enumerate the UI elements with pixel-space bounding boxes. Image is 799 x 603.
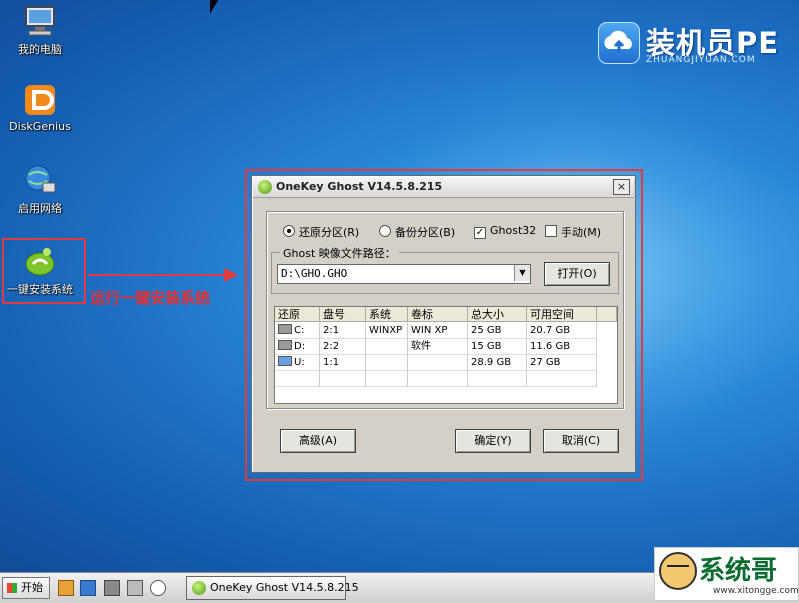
annotation-arrow	[88, 274, 226, 276]
table-row-drive[interactable]: U:	[275, 355, 320, 371]
watermark-url: www.xitongge.com	[713, 586, 799, 596]
radio-selected-icon	[283, 225, 295, 237]
radio-empty-icon	[379, 225, 391, 237]
desktop-icon-my-computer[interactable]: 我的电脑	[0, 4, 80, 57]
drive-letter: U:	[294, 357, 305, 368]
table-cell: 27 GB	[527, 355, 597, 371]
image-path-combobox[interactable]: D:\GHO.GHO ▼	[277, 264, 531, 284]
column-header[interactable]: 系统	[366, 307, 408, 322]
table-empty-cell	[320, 371, 366, 387]
onekey-app-icon	[192, 581, 206, 595]
taskbar-item-onekey-ghost[interactable]: OneKey Ghost V14.5.8.215	[186, 576, 359, 600]
open-button[interactable]: 打开(O)	[544, 262, 610, 286]
dialog-titlebar[interactable]: OneKey Ghost V14.5.8.215 ×	[253, 177, 634, 198]
desktop-icon-label: 启用网络	[18, 202, 62, 215]
ghost32-label: Ghost32	[490, 224, 537, 237]
ghost32-checkbox[interactable]: ✓ Ghost32	[474, 224, 536, 239]
windows-flag-icon	[7, 583, 17, 593]
table-cell: 15 GB	[468, 339, 527, 355]
dialog-title: OneKey Ghost V14.5.8.215	[276, 180, 443, 193]
table-row-drive[interactable]: C:	[275, 323, 320, 339]
table-cell: 25 GB	[468, 323, 527, 339]
watermark: 系统哥 www.xitongge.com	[654, 547, 799, 601]
table-empty-cell	[408, 371, 468, 387]
mascot-face-icon	[659, 552, 697, 590]
annotation-arrow-head	[224, 268, 238, 282]
table-cell: 1:1	[320, 355, 366, 371]
table-row-drive[interactable]: D:	[275, 339, 320, 355]
restore-radio[interactable]: 还原分区(R)	[283, 224, 359, 240]
desktop-icon-label: 我的电脑	[18, 43, 62, 56]
table-cell	[408, 355, 468, 371]
table-cell: 2:2	[320, 339, 366, 355]
onekey-ghost-dialog: OneKey Ghost V14.5.8.215 × 还原分区(R) 备份分区(…	[251, 175, 636, 473]
partition-table: 还原 盘号 系统 卷标 总大小 可用空间 C: 2:1 WINXP WIN XP…	[274, 306, 618, 404]
checkbox-empty-icon	[545, 225, 557, 237]
manual-checkbox[interactable]: 手动(M)	[545, 224, 601, 240]
cancel-button[interactable]: 取消(C)	[543, 429, 619, 453]
diskgenius-icon	[23, 83, 57, 117]
onekey-app-icon	[258, 180, 272, 194]
table-cell: WIN XP	[408, 323, 468, 339]
search-quicklaunch-icon[interactable]	[150, 580, 166, 596]
desktop-icon-diskgenius[interactable]: DiskGenius	[0, 83, 80, 133]
backup-radio[interactable]: 备份分区(B)	[379, 224, 455, 240]
start-label: 开始	[21, 581, 43, 594]
taskbar-item-label: OneKey Ghost V14.5.8.215	[210, 581, 359, 594]
image-path-value: D:\GHO.GHO	[281, 267, 348, 280]
start-button[interactable]: 开始	[2, 577, 50, 599]
drive-icon	[278, 324, 292, 334]
brand-logo: 装机员PE ZHUANGJIYUAN.COM	[598, 20, 793, 70]
table-empty-cell	[468, 371, 527, 387]
dropdown-arrow-icon[interactable]: ▼	[514, 265, 530, 281]
desktop: 我的电脑 DiskGenius 启用网络 一键安装系统 运行一键安装系统 装机员…	[0, 0, 799, 572]
watermark-name: 系统哥	[699, 556, 778, 586]
image-path-group: Ghost 映像文件路径： D:\GHO.GHO ▼ 打开(O)	[271, 245, 619, 294]
drive-letter: C:	[294, 325, 305, 336]
tools-quicklaunch-icon[interactable]	[104, 580, 120, 596]
table-cell: 20.7 GB	[527, 323, 597, 339]
column-header-empty	[597, 307, 617, 322]
upload-cloud-icon	[598, 22, 640, 64]
close-button[interactable]: ×	[613, 179, 630, 195]
table-cell: 2:1	[320, 323, 366, 339]
drive-letter: D:	[294, 341, 306, 352]
icon-highlight-box	[2, 238, 86, 304]
table-cell: 28.9 GB	[468, 355, 527, 371]
usb-drive-icon	[278, 356, 292, 366]
column-header[interactable]: 还原	[275, 307, 320, 322]
display-quicklaunch-icon[interactable]	[80, 580, 96, 596]
column-header[interactable]: 盘号	[320, 307, 366, 322]
manual-label: 手动(M)	[561, 226, 602, 239]
table-empty-cell	[366, 371, 408, 387]
annotation-text: 运行一键安装系统	[90, 289, 211, 307]
column-header[interactable]: 可用空间	[527, 307, 597, 322]
table-cell	[366, 339, 408, 355]
ok-button[interactable]: 确定(Y)	[455, 429, 531, 453]
desktop-icon-network[interactable]: 启用网络	[0, 163, 80, 216]
column-header[interactable]: 总大小	[468, 307, 527, 322]
network-icon	[23, 163, 57, 197]
backup-label: 备份分区(B)	[395, 226, 456, 239]
table-empty-cell	[527, 371, 597, 387]
column-header[interactable]: 卷标	[408, 307, 468, 322]
table-empty-cell	[275, 371, 320, 387]
table-cell: 软件	[408, 339, 468, 355]
restore-label: 还原分区(R)	[299, 226, 360, 239]
disk-quicklaunch-icon[interactable]	[127, 580, 143, 596]
options-panel: 还原分区(R) 备份分区(B) ✓ Ghost32 手动(M) Ghost 映像文…	[266, 211, 624, 409]
image-path-legend: Ghost 映像文件路径：	[280, 245, 399, 261]
table-cell: 11.6 GB	[527, 339, 597, 355]
desktop-icon-label: DiskGenius	[9, 120, 71, 133]
mouse-cursor-icon	[210, 0, 218, 14]
brand-subtitle: ZHUANGJIYUAN.COM	[646, 55, 756, 65]
table-cell: WINXP	[366, 323, 408, 339]
explorer-quicklaunch-icon[interactable]	[58, 580, 74, 596]
advanced-button[interactable]: 高级(A)	[280, 429, 356, 453]
checkmark-icon: ✓	[474, 227, 486, 239]
drive-icon	[278, 340, 292, 350]
computer-icon	[23, 4, 57, 38]
table-cell	[366, 355, 408, 371]
